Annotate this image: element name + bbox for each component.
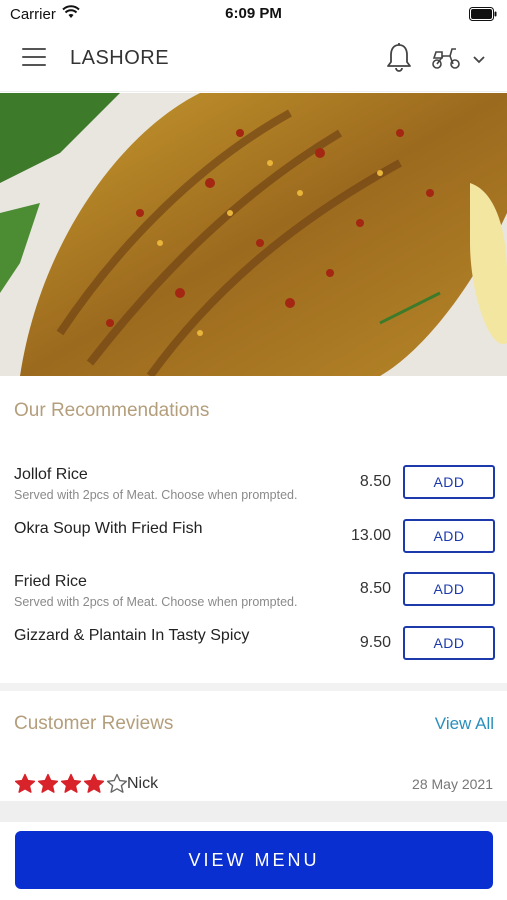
add-button[interactable]: ADD bbox=[403, 626, 495, 660]
reviewer-name: Nick bbox=[127, 775, 159, 792]
review-band bbox=[0, 801, 507, 822]
hero-food-image bbox=[0, 93, 507, 376]
reviews-title: Customer Reviews bbox=[14, 713, 174, 734]
bell-icon[interactable] bbox=[385, 42, 413, 79]
menu-item: Fried Rice Served with 2pcs of Meat. Cho… bbox=[0, 572, 507, 623]
delivery-scooter-icon[interactable] bbox=[430, 46, 462, 75]
menu-item-description: Served with 2pcs of Meat. Choose when pr… bbox=[14, 595, 298, 609]
menu-item-price: 13.00 bbox=[350, 527, 391, 544]
add-button[interactable]: ADD bbox=[403, 465, 495, 499]
menu-item-name: Fried Rice bbox=[14, 573, 87, 590]
menu-item-price: 8.50 bbox=[359, 580, 391, 597]
menu-item: Gizzard & Plantain In Tasty Spicy 9.50 A… bbox=[0, 626, 507, 677]
add-button[interactable]: ADD bbox=[403, 519, 495, 553]
recommendations-title: Our Recommendations bbox=[14, 400, 210, 421]
view-all-link[interactable]: View All bbox=[435, 714, 494, 734]
review-item: Nick 28 May 2021 bbox=[0, 770, 507, 800]
menu-item-price: 9.50 bbox=[359, 634, 391, 651]
status-bar: Carrier 6:09 PM bbox=[0, 0, 507, 28]
star-rating bbox=[14, 773, 128, 799]
add-button[interactable]: ADD bbox=[403, 572, 495, 606]
review-date: 28 May 2021 bbox=[412, 776, 493, 792]
hamburger-menu-icon[interactable] bbox=[22, 48, 48, 70]
app-header: LASHORE bbox=[0, 28, 507, 92]
section-divider bbox=[0, 683, 507, 691]
restaurant-title: LASHORE bbox=[70, 47, 170, 69]
menu-item-name: Okra Soup With Fried Fish bbox=[14, 520, 203, 537]
menu-item-description: Served with 2pcs of Meat. Choose when pr… bbox=[14, 488, 298, 502]
menu-item: Jollof Rice Served with 2pcs of Meat. Ch… bbox=[0, 465, 507, 516]
menu-item-name: Gizzard & Plantain In Tasty Spicy bbox=[14, 627, 250, 644]
menu-item-name: Jollof Rice bbox=[14, 466, 88, 483]
star-filled-icon bbox=[37, 773, 59, 799]
status-time: 6:09 PM bbox=[225, 5, 282, 22]
view-menu-button[interactable]: VIEW MENU bbox=[15, 831, 493, 889]
star-filled-icon bbox=[60, 773, 82, 799]
chevron-down-icon[interactable] bbox=[472, 52, 486, 70]
star-filled-icon bbox=[14, 773, 36, 799]
star-empty-icon bbox=[106, 773, 128, 799]
menu-item: Okra Soup With Fried Fish 13.00 ADD bbox=[0, 519, 507, 570]
star-filled-icon bbox=[83, 773, 105, 799]
battery-icon bbox=[469, 7, 497, 25]
menu-item-price: 8.50 bbox=[359, 473, 391, 490]
